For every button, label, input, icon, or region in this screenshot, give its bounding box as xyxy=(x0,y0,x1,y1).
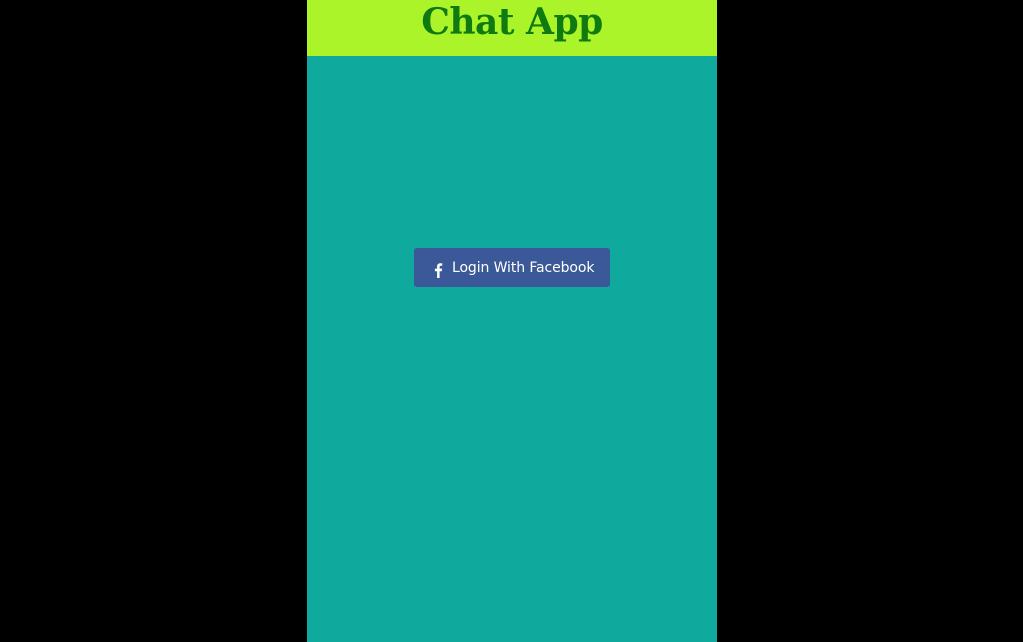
login-button-label: Login With Facebook xyxy=(452,259,595,276)
login-with-facebook-button[interactable]: Login With Facebook xyxy=(414,248,610,287)
facebook-icon xyxy=(432,262,444,278)
app-content: Login With Facebook xyxy=(307,56,717,642)
viewport: Chat App Login With Facebook xyxy=(0,0,1023,642)
app-title: Chat App xyxy=(421,1,603,43)
app-header: Chat App xyxy=(307,0,717,56)
app-container: Chat App Login With Facebook xyxy=(307,0,717,642)
